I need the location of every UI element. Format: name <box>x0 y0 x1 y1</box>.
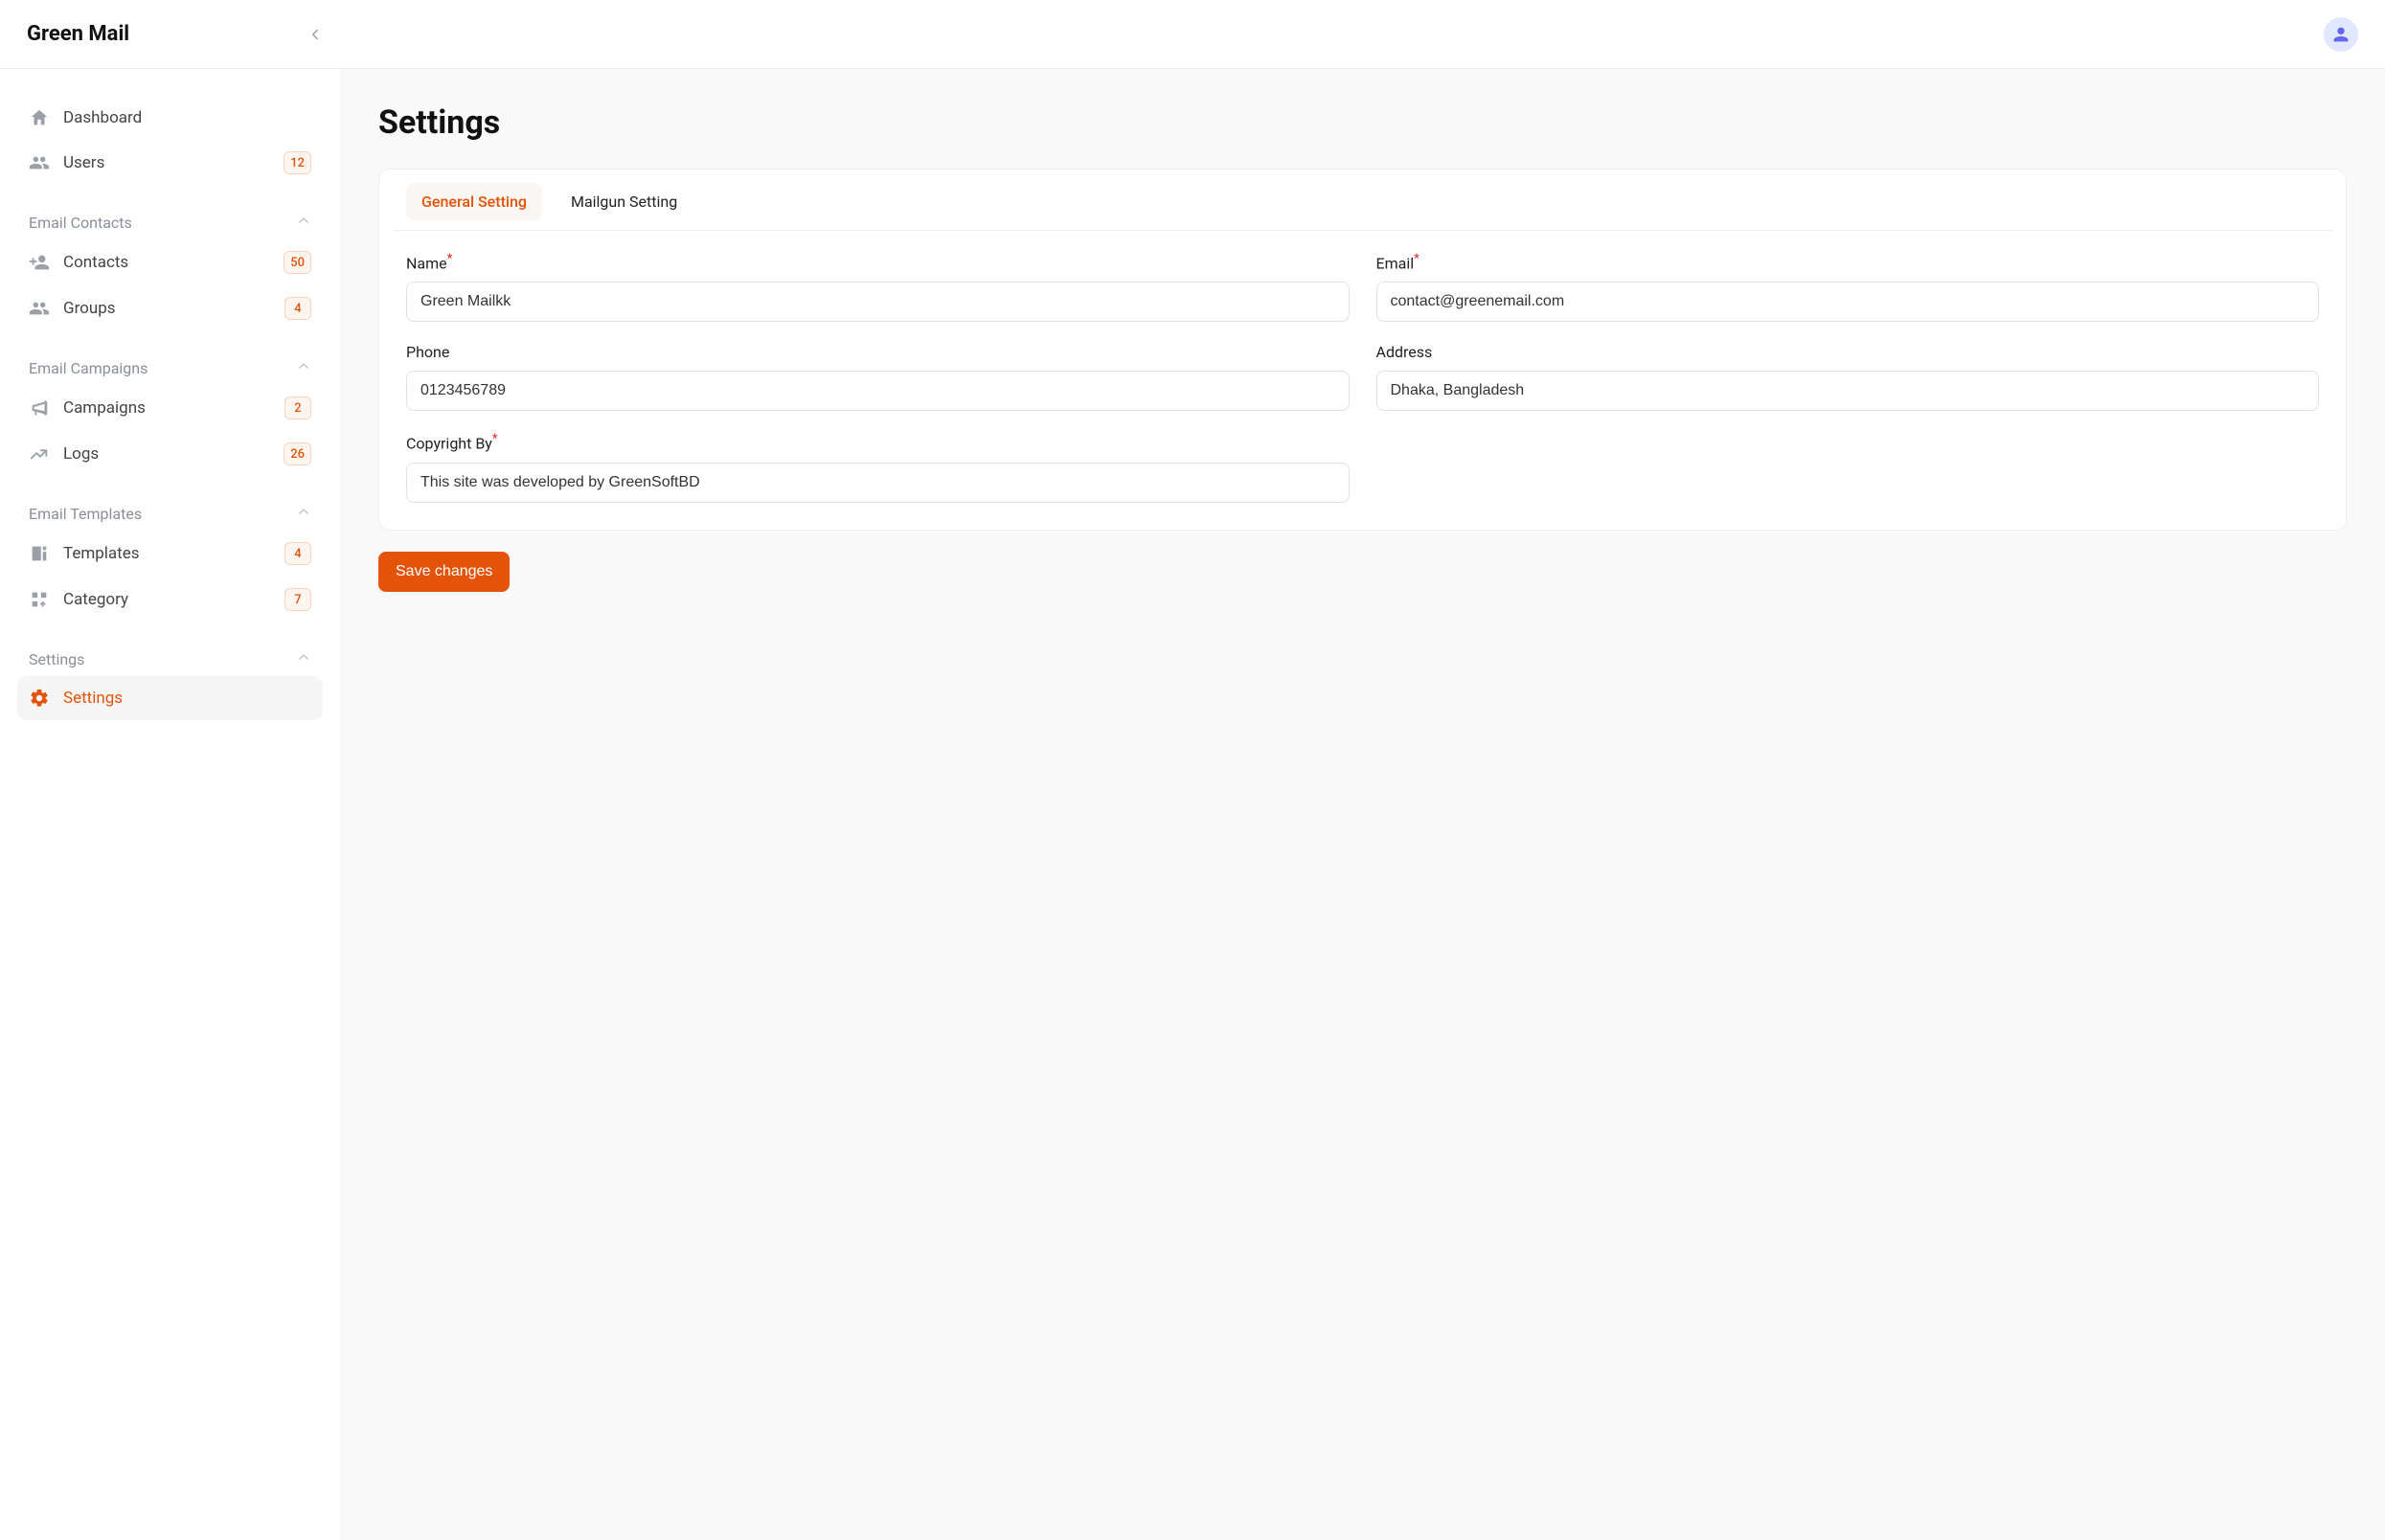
sidebar-item-label: Contacts <box>63 253 128 272</box>
sidebar-section-settings[interactable]: Settings <box>17 638 323 676</box>
sidebar-item-campaigns[interactable]: Campaigns 2 <box>17 385 323 431</box>
users-icon <box>29 298 50 319</box>
field-email: Email* <box>1376 252 2320 322</box>
field-address: Address <box>1376 343 2320 411</box>
avatar[interactable] <box>2324 17 2358 52</box>
sidebar: Dashboard Users 12 Email Contacts <box>0 69 340 1540</box>
chevron-left-icon <box>307 26 324 43</box>
chevron-up-icon <box>296 649 311 668</box>
sidebar-item-label: Users <box>63 153 104 172</box>
label-phone: Phone <box>406 343 1350 361</box>
sidebar-item-label: Groups <box>63 299 116 318</box>
sidebar-item-users[interactable]: Users 12 <box>17 140 323 186</box>
field-copyright: Copyright By* <box>406 432 1350 502</box>
input-email[interactable] <box>1376 282 2320 322</box>
count-badge: 26 <box>284 442 311 465</box>
tabs: General Setting Mailgun Setting <box>393 183 2332 231</box>
sidebar-section-email-templates[interactable]: Email Templates <box>17 492 323 531</box>
count-badge: 4 <box>284 297 311 320</box>
field-phone: Phone <box>406 343 1350 411</box>
sidebar-item-label: Logs <box>63 444 99 464</box>
section-title: Settings <box>29 650 84 668</box>
user-icon <box>2330 24 2351 45</box>
bullhorn-icon <box>29 397 50 419</box>
trend-icon <box>29 443 50 464</box>
main-content: Settings General Setting Mailgun Setting… <box>340 69 2385 1540</box>
template-icon <box>29 543 50 564</box>
sidebar-item-templates[interactable]: Templates 4 <box>17 531 323 577</box>
sidebar-collapse-button[interactable] <box>302 21 329 48</box>
field-name: Name* <box>406 252 1350 322</box>
input-copyright[interactable] <box>406 463 1350 503</box>
settings-card: General Setting Mailgun Setting Name* Em… <box>378 169 2347 531</box>
topbar: Green Mail <box>0 0 2385 69</box>
user-plus-icon <box>29 252 50 273</box>
grid-plus-icon <box>29 589 50 610</box>
label-address: Address <box>1376 343 2320 361</box>
sidebar-section-email-contacts[interactable]: Email Contacts <box>17 201 323 239</box>
page-title: Settings <box>378 103 2347 142</box>
sidebar-item-label: Templates <box>63 544 140 563</box>
input-phone[interactable] <box>406 371 1350 411</box>
sidebar-item-label: Settings <box>63 689 123 708</box>
count-badge: 7 <box>284 588 311 611</box>
section-title: Email Templates <box>29 505 142 523</box>
save-button[interactable]: Save changes <box>378 552 510 592</box>
input-name[interactable] <box>406 282 1350 322</box>
chevron-up-icon <box>296 504 311 523</box>
label-copyright: Copyright By* <box>406 432 1350 452</box>
sidebar-item-groups[interactable]: Groups 4 <box>17 285 323 331</box>
input-address[interactable] <box>1376 371 2320 411</box>
sidebar-item-settings[interactable]: Settings <box>17 676 323 720</box>
sidebar-item-label: Category <box>63 590 128 609</box>
sidebar-item-logs[interactable]: Logs 26 <box>17 431 323 477</box>
chevron-up-icon <box>296 213 311 232</box>
section-title: Email Contacts <box>29 214 132 232</box>
tab-mailgun-setting[interactable]: Mailgun Setting <box>556 183 693 220</box>
label-email: Email* <box>1376 252 2320 272</box>
home-icon <box>29 107 50 128</box>
sidebar-item-dashboard[interactable]: Dashboard <box>17 96 323 140</box>
count-badge: 50 <box>284 251 311 274</box>
sidebar-item-contacts[interactable]: Contacts 50 <box>17 239 323 285</box>
count-badge: 2 <box>284 396 311 419</box>
users-icon <box>29 152 50 173</box>
brand-logo-text[interactable]: Green Mail <box>27 22 129 46</box>
gear-icon <box>29 688 50 709</box>
chevron-up-icon <box>296 358 311 377</box>
count-badge: 12 <box>284 151 311 174</box>
label-name: Name* <box>406 252 1350 272</box>
sidebar-item-label: Dashboard <box>63 108 142 127</box>
count-badge: 4 <box>284 542 311 565</box>
section-title: Email Campaigns <box>29 359 148 377</box>
tab-general-setting[interactable]: General Setting <box>406 183 542 220</box>
sidebar-item-category[interactable]: Category 7 <box>17 577 323 623</box>
sidebar-section-email-campaigns[interactable]: Email Campaigns <box>17 347 323 385</box>
sidebar-item-label: Campaigns <box>63 398 146 418</box>
